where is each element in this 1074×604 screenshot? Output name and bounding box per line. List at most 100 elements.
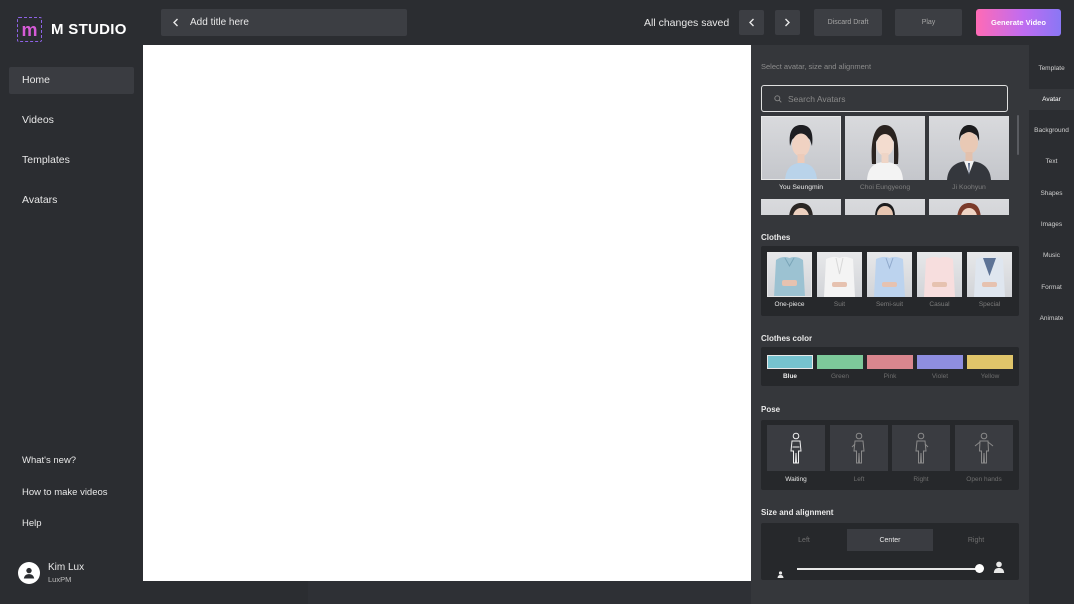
tab-template[interactable]: Template — [1029, 58, 1074, 79]
color-option[interactable]: Violet — [917, 355, 963, 380]
tab-animate[interactable]: Animate — [1029, 308, 1074, 329]
tab-format[interactable]: Format — [1029, 277, 1074, 298]
avatar-panel: Select avatar, size and alignment You Se… — [751, 45, 1029, 604]
align-center-button[interactable]: Center — [847, 529, 933, 551]
avatar-card[interactable]: Choi Eungyeong — [845, 116, 925, 191]
size-slider-handle[interactable] — [975, 564, 984, 573]
app-window: m M STUDIO Home Videos Templates Avatars… — [0, 0, 1074, 604]
nav-help[interactable]: Help — [22, 518, 108, 530]
pose-option[interactable]: Left — [830, 425, 888, 483]
pose-right-icon — [915, 432, 929, 464]
avatar-search[interactable] — [761, 85, 1008, 112]
avatar-photo — [845, 199, 925, 215]
user-avatar-icon — [18, 562, 40, 584]
tab-background[interactable]: Background — [1029, 120, 1074, 141]
pose-option[interactable]: Waiting — [767, 425, 825, 483]
pose-option[interactable]: Open hands — [955, 425, 1013, 483]
color-option[interactable]: Yellow — [967, 355, 1013, 380]
clothes-photo — [767, 252, 812, 297]
title-input[interactable]: Add title here — [161, 9, 407, 36]
avatar-scrollbar[interactable] — [1017, 115, 1019, 155]
color-swatch — [917, 355, 963, 369]
color-option[interactable]: Green — [817, 355, 863, 380]
tab-shapes[interactable]: Shapes — [1029, 183, 1074, 204]
pose-left-icon — [851, 432, 865, 464]
tab-text[interactable]: Text — [1029, 151, 1074, 172]
nav-how-to[interactable]: How to make videos — [22, 487, 108, 499]
discard-draft-button[interactable]: Discard Draft — [814, 9, 882, 36]
pose-label: Left — [853, 476, 865, 483]
color-label: Yellow — [980, 373, 1000, 380]
pose-options: Waiting Left Right Open hands — [761, 420, 1019, 490]
color-label: Green — [830, 373, 850, 380]
avatar-photo — [929, 199, 1009, 215]
editor-tabs: Template Avatar Background Text Shapes I… — [1029, 45, 1074, 604]
secondary-nav: What's new? How to make videos Help — [22, 455, 108, 550]
panel-hint: Select avatar, size and alignment — [761, 62, 872, 71]
color-swatch — [767, 355, 813, 369]
pose-label: Right — [913, 476, 929, 483]
clothes-option[interactable]: Suit — [817, 252, 862, 308]
clothes-photo — [967, 252, 1012, 297]
clothes-title: Clothes — [761, 233, 791, 242]
timeline-segment[interactable] — [308, 581, 751, 604]
avatar-photo — [761, 199, 841, 215]
clothes-label: Casual — [929, 301, 950, 308]
clothes-option[interactable]: Casual — [917, 252, 962, 308]
chevron-left-icon — [749, 18, 754, 27]
chevron-right-icon — [785, 18, 790, 27]
pose-title: Pose — [761, 405, 781, 414]
color-swatch — [967, 355, 1013, 369]
color-label: Violet — [931, 373, 949, 380]
avatar-name: Choi Eungyeong — [859, 184, 911, 191]
size-slider-track[interactable] — [797, 568, 979, 570]
color-swatch — [817, 355, 863, 369]
tab-avatar[interactable]: Avatar — [1029, 89, 1074, 110]
clothes-option[interactable]: One-piece — [767, 252, 812, 308]
size-large-icon — [993, 560, 1005, 578]
generate-video-button[interactable]: Generate Video — [976, 9, 1061, 36]
save-status: All changes saved — [644, 17, 730, 29]
play-button[interactable]: Play — [895, 9, 962, 36]
undo-button[interactable] — [739, 10, 764, 35]
redo-button[interactable] — [775, 10, 800, 35]
search-input[interactable] — [788, 93, 988, 104]
nav-item-videos[interactable]: Videos — [9, 107, 134, 134]
color-label: Pink — [883, 373, 897, 380]
avatar-card[interactable]: Ji Koohyun — [929, 116, 1009, 191]
nav-whats-new[interactable]: What's new? — [22, 455, 108, 467]
tab-images[interactable]: Images — [1029, 214, 1074, 235]
clothes-option[interactable]: Semi-suit — [867, 252, 912, 308]
align-right-button[interactable]: Right — [933, 529, 1019, 551]
align-left-button[interactable]: Left — [761, 529, 847, 551]
user-profile[interactable]: Kim Lux LuxPM — [18, 562, 84, 584]
avatar-card[interactable] — [929, 199, 1009, 215]
avatar-card[interactable] — [761, 199, 841, 215]
pose-button — [955, 425, 1013, 471]
timeline-bar — [143, 581, 751, 604]
size-small-icon — [777, 565, 784, 583]
logo[interactable]: m M STUDIO — [17, 17, 127, 42]
tab-music[interactable]: Music — [1029, 245, 1074, 266]
avatar-card[interactable]: You Seungmin — [761, 116, 841, 191]
back-chevron-icon[interactable] — [172, 18, 179, 27]
nav-item-home[interactable]: Home — [9, 67, 134, 94]
logo-mark: m — [17, 17, 42, 42]
clothes-label: Special — [978, 301, 1001, 308]
avatar-name: You Seungmin — [779, 184, 823, 191]
nav-item-avatars[interactable]: Avatars — [9, 187, 134, 214]
avatar-grid: You Seungmin Choi Eungyeong Ji Koohyun — [761, 116, 1009, 215]
avatar-photo — [929, 116, 1009, 180]
size-alignment-title: Size and alignment — [761, 508, 834, 517]
color-option[interactable]: Pink — [867, 355, 913, 380]
pose-option[interactable]: Right — [892, 425, 950, 483]
video-canvas[interactable] — [143, 45, 751, 581]
clothes-option[interactable]: Special — [967, 252, 1012, 308]
avatar-card[interactable] — [845, 199, 925, 215]
sidebar: m M STUDIO Home Videos Templates Avatars… — [0, 0, 143, 604]
search-icon — [774, 94, 782, 103]
color-option[interactable]: Blue — [767, 355, 813, 380]
nav-item-templates[interactable]: Templates — [9, 147, 134, 174]
clothes-label: Suit — [833, 301, 846, 308]
pose-label: Open hands — [966, 476, 1002, 483]
